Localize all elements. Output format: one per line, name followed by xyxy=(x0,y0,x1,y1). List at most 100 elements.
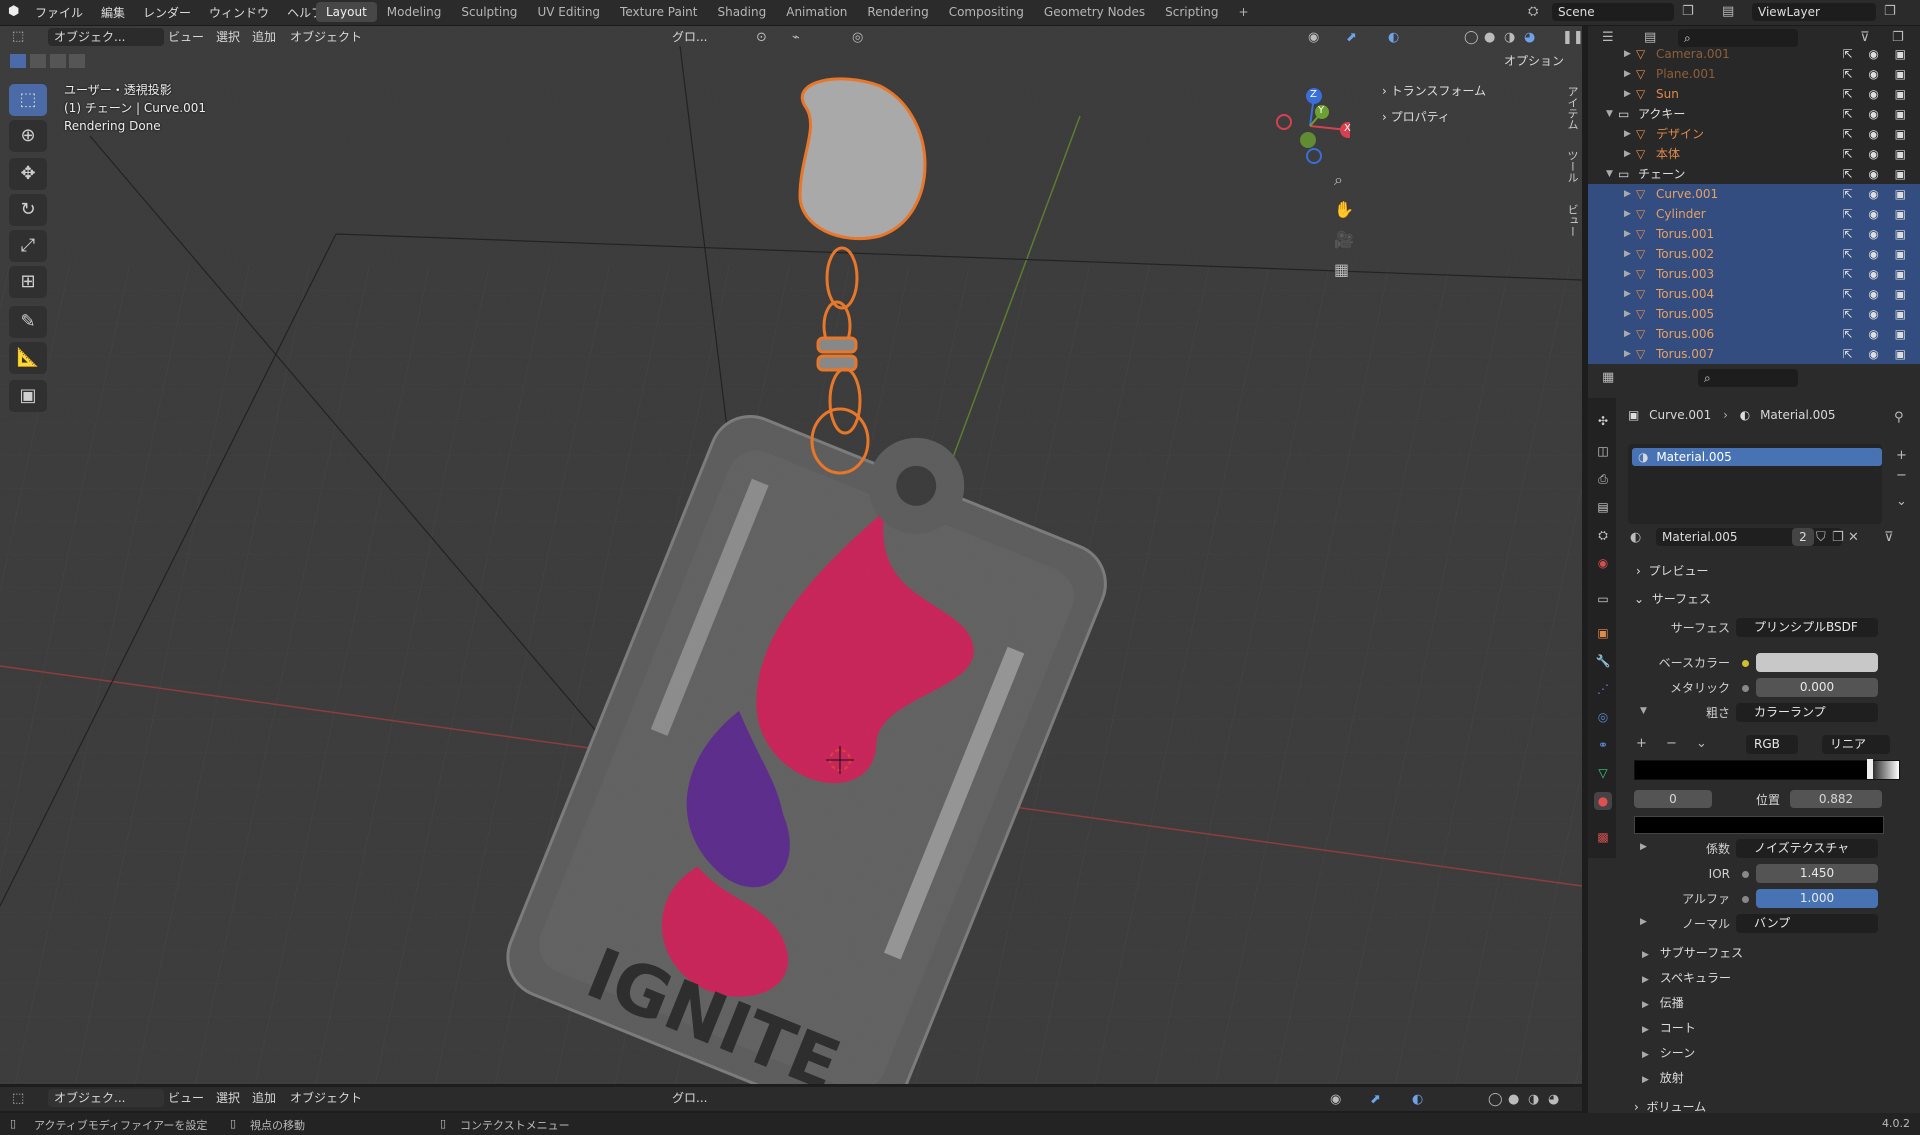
tab-geometry-nodes[interactable]: Geometry Nodes xyxy=(1034,2,1155,22)
material-slot[interactable]: ◑ Material.005 xyxy=(1632,448,1882,466)
annotate-icon[interactable]: ✎ xyxy=(9,306,47,338)
expand-arrow-icon[interactable]: ▶ xyxy=(1624,144,1631,164)
node-link-icon[interactable]: ⊽ xyxy=(1884,530,1894,545)
expand-arrow-icon[interactable]: ▶ xyxy=(1624,344,1631,364)
bottom-menu-select[interactable]: 選択 xyxy=(216,1089,240,1107)
tab-uv-editing[interactable]: UV Editing xyxy=(527,2,610,22)
subsection-header[interactable]: ▶ シーン xyxy=(1642,1044,1695,1061)
object-tab-icon[interactable]: ▣ xyxy=(1594,624,1612,642)
ramp-interpolation[interactable]: リニア xyxy=(1822,735,1890,754)
menu-view[interactable]: ビュー xyxy=(168,28,204,46)
subsection-header[interactable]: ▶ 放射 xyxy=(1642,1069,1684,1086)
outliner-object-row[interactable]: ▶ ▽ 本体 ⇱ ◉ ▣ xyxy=(1588,144,1920,164)
preview-section[interactable]: › プレビュー xyxy=(1636,562,1708,579)
color-ramp-gradient[interactable] xyxy=(1634,759,1900,780)
gizmo-toggle-icon[interactable]: ⬈ xyxy=(1346,30,1357,45)
restriction-toggle-icons[interactable]: ⇱ ◉ ▣ xyxy=(1843,84,1913,104)
bottom-orientation-dropdown[interactable]: グロ... xyxy=(672,1089,707,1107)
hand-icon[interactable]: ✋ xyxy=(1334,200,1354,219)
menu-object[interactable]: オブジェクト xyxy=(290,28,362,46)
rotate-icon[interactable]: ↻ xyxy=(9,194,47,226)
new-view-layer-icon[interactable]: ❐ xyxy=(1884,4,1896,19)
base-color-swatch[interactable] xyxy=(1756,653,1878,672)
bottom-menu-object[interactable]: オブジェクト xyxy=(290,1089,362,1107)
expand-arrow-icon[interactable]: ▶ xyxy=(1624,244,1631,264)
ramp-color-mode[interactable]: RGB xyxy=(1746,735,1798,754)
npanel-transform[interactable]: › トランスフォーム xyxy=(1382,82,1486,99)
data-tab-icon[interactable]: ▽ xyxy=(1594,764,1612,782)
visibility-icon[interactable]: ◉ xyxy=(1330,1092,1341,1107)
navigation-gizmo[interactable]: Z X Y xyxy=(1270,86,1356,166)
expand-arrow-icon[interactable]: ▶ xyxy=(1624,124,1631,144)
restriction-toggle-icons[interactable]: ⇱ ◉ ▣ xyxy=(1843,64,1913,84)
material-tab-icon[interactable]: ● xyxy=(1594,792,1612,810)
bottom-menu-view[interactable]: ビュー xyxy=(168,1089,204,1107)
subsection-header[interactable]: ▶ 伝播 xyxy=(1642,994,1684,1011)
expand-arrow-icon[interactable]: ▼ xyxy=(1606,104,1613,124)
transform-icon[interactable]: ⊞ xyxy=(9,266,47,298)
rendered-shading-icon[interactable]: ◕ xyxy=(1548,1092,1559,1107)
menu-file[interactable]: ファイル xyxy=(26,4,92,22)
fake-user-icon[interactable]: ⛉ xyxy=(1816,530,1826,545)
wireframe-shading-icon[interactable]: ◯ xyxy=(1488,1092,1503,1107)
visibility-icon[interactable]: ◉ xyxy=(1308,30,1319,45)
outliner-object-row[interactable]: ▶ ▽ Torus.003 ⇱ ◉ ▣ xyxy=(1588,264,1920,284)
options-dropdown[interactable]: オプション xyxy=(1504,52,1564,70)
users-count[interactable]: 2 xyxy=(1792,528,1814,546)
select-invert-icon[interactable] xyxy=(69,54,86,68)
browse-material-icon[interactable]: ◐ xyxy=(1630,530,1641,545)
surface-shader-field[interactable]: プリンシプルBSDF xyxy=(1736,618,1878,637)
wireframe-shading-icon[interactable]: ◯ xyxy=(1464,30,1479,45)
select-subtract-icon[interactable] xyxy=(49,54,66,68)
pause-render-icon[interactable]: ❚❚ xyxy=(1562,30,1584,45)
restriction-toggle-icons[interactable]: ⇱ ◉ ▣ xyxy=(1843,184,1913,204)
outliner-object-row[interactable]: ▶ ▽ Cylinder ⇱ ◉ ▣ xyxy=(1588,204,1920,224)
restriction-toggle-icons[interactable]: ⇱ ◉ ▣ xyxy=(1843,264,1913,284)
outliner-object-row[interactable]: ▶ ▽ デザイン ⇱ ◉ ▣ xyxy=(1588,124,1920,144)
npanel-tab-tool[interactable]: ツール xyxy=(1564,150,1580,183)
ramp-index-field[interactable]: 0 xyxy=(1634,790,1712,808)
chevron-down-icon[interactable]: ⌄ xyxy=(1696,736,1707,751)
ramp-stop-color[interactable] xyxy=(1634,816,1884,834)
restriction-toggle-icons[interactable]: ⇱ ◉ ▣ xyxy=(1843,304,1913,324)
restriction-toggle-icons[interactable]: ⇱ ◉ ▣ xyxy=(1843,104,1913,124)
menu-select[interactable]: 選択 xyxy=(216,28,240,46)
outliner-object-row[interactable]: ▶ ▽ Torus.006 ⇱ ◉ ▣ xyxy=(1588,324,1920,344)
expand-arrow-icon[interactable]: ▶ xyxy=(1624,64,1631,84)
gizmo-toggle-icon[interactable]: ⬈ xyxy=(1370,1092,1381,1107)
restriction-toggle-icons[interactable]: ⇱ ◉ ▣ xyxy=(1843,164,1913,184)
ior-field[interactable]: 1.450 xyxy=(1756,864,1878,883)
tab-shading[interactable]: Shading xyxy=(707,2,776,22)
scene-field[interactable]: Scene xyxy=(1552,3,1674,21)
ramp-position-field[interactable]: 0.882 xyxy=(1790,790,1882,808)
proportional-edit-icon[interactable]: ◎ xyxy=(852,30,863,45)
tab-sculpting[interactable]: Sculpting xyxy=(451,2,527,22)
3d-viewport[interactable]: IGNITE xyxy=(0,26,1582,1084)
editor-type-icon[interactable]: ⬚ xyxy=(12,1091,24,1106)
select-box-icon[interactable]: ⬚ xyxy=(9,84,47,116)
scale-icon[interactable]: ⤢ xyxy=(9,230,47,262)
cursor-icon[interactable]: ⊕ xyxy=(9,120,47,152)
expand-arrow-icon[interactable]: ▶ xyxy=(1624,284,1631,304)
subsection-header[interactable]: ▶ コート xyxy=(1642,1019,1696,1036)
expand-arrow-icon[interactable]: ▶ xyxy=(1624,324,1631,344)
mode-dropdown[interactable]: オブジェク... xyxy=(48,28,164,46)
remove-slot-icon[interactable]: − xyxy=(1896,468,1907,483)
scene-icon[interactable]: ⛭ xyxy=(1528,4,1538,19)
orientation-dropdown[interactable]: グロ... xyxy=(672,28,707,46)
restriction-toggle-icons[interactable]: ⇱ ◉ ▣ xyxy=(1843,144,1913,164)
tab-texture-paint[interactable]: Texture Paint xyxy=(610,2,707,22)
metallic-field[interactable]: 0.000 xyxy=(1756,678,1878,697)
bottom-menu-add[interactable]: 追加 xyxy=(252,1089,276,1107)
restriction-toggle-icons[interactable]: ⇱ ◉ ▣ xyxy=(1843,244,1913,264)
add-slot-icon[interactable]: + xyxy=(1896,448,1907,463)
select-extend-icon[interactable] xyxy=(29,54,46,68)
pin-icon[interactable]: ⚲ xyxy=(1894,410,1904,425)
solid-shading-icon[interactable]: ● xyxy=(1484,30,1495,45)
alpha-field[interactable]: 1.000 xyxy=(1756,889,1878,908)
move-icon[interactable]: ✥ xyxy=(9,158,47,190)
view-layer-tab-icon[interactable]: ▤ xyxy=(1594,498,1612,516)
slot-menu-icon[interactable]: ⌄ xyxy=(1896,494,1907,509)
restriction-toggle-icons[interactable]: ⇱ ◉ ▣ xyxy=(1843,284,1913,304)
expand-arrow-icon[interactable]: ▼ xyxy=(1606,164,1613,184)
